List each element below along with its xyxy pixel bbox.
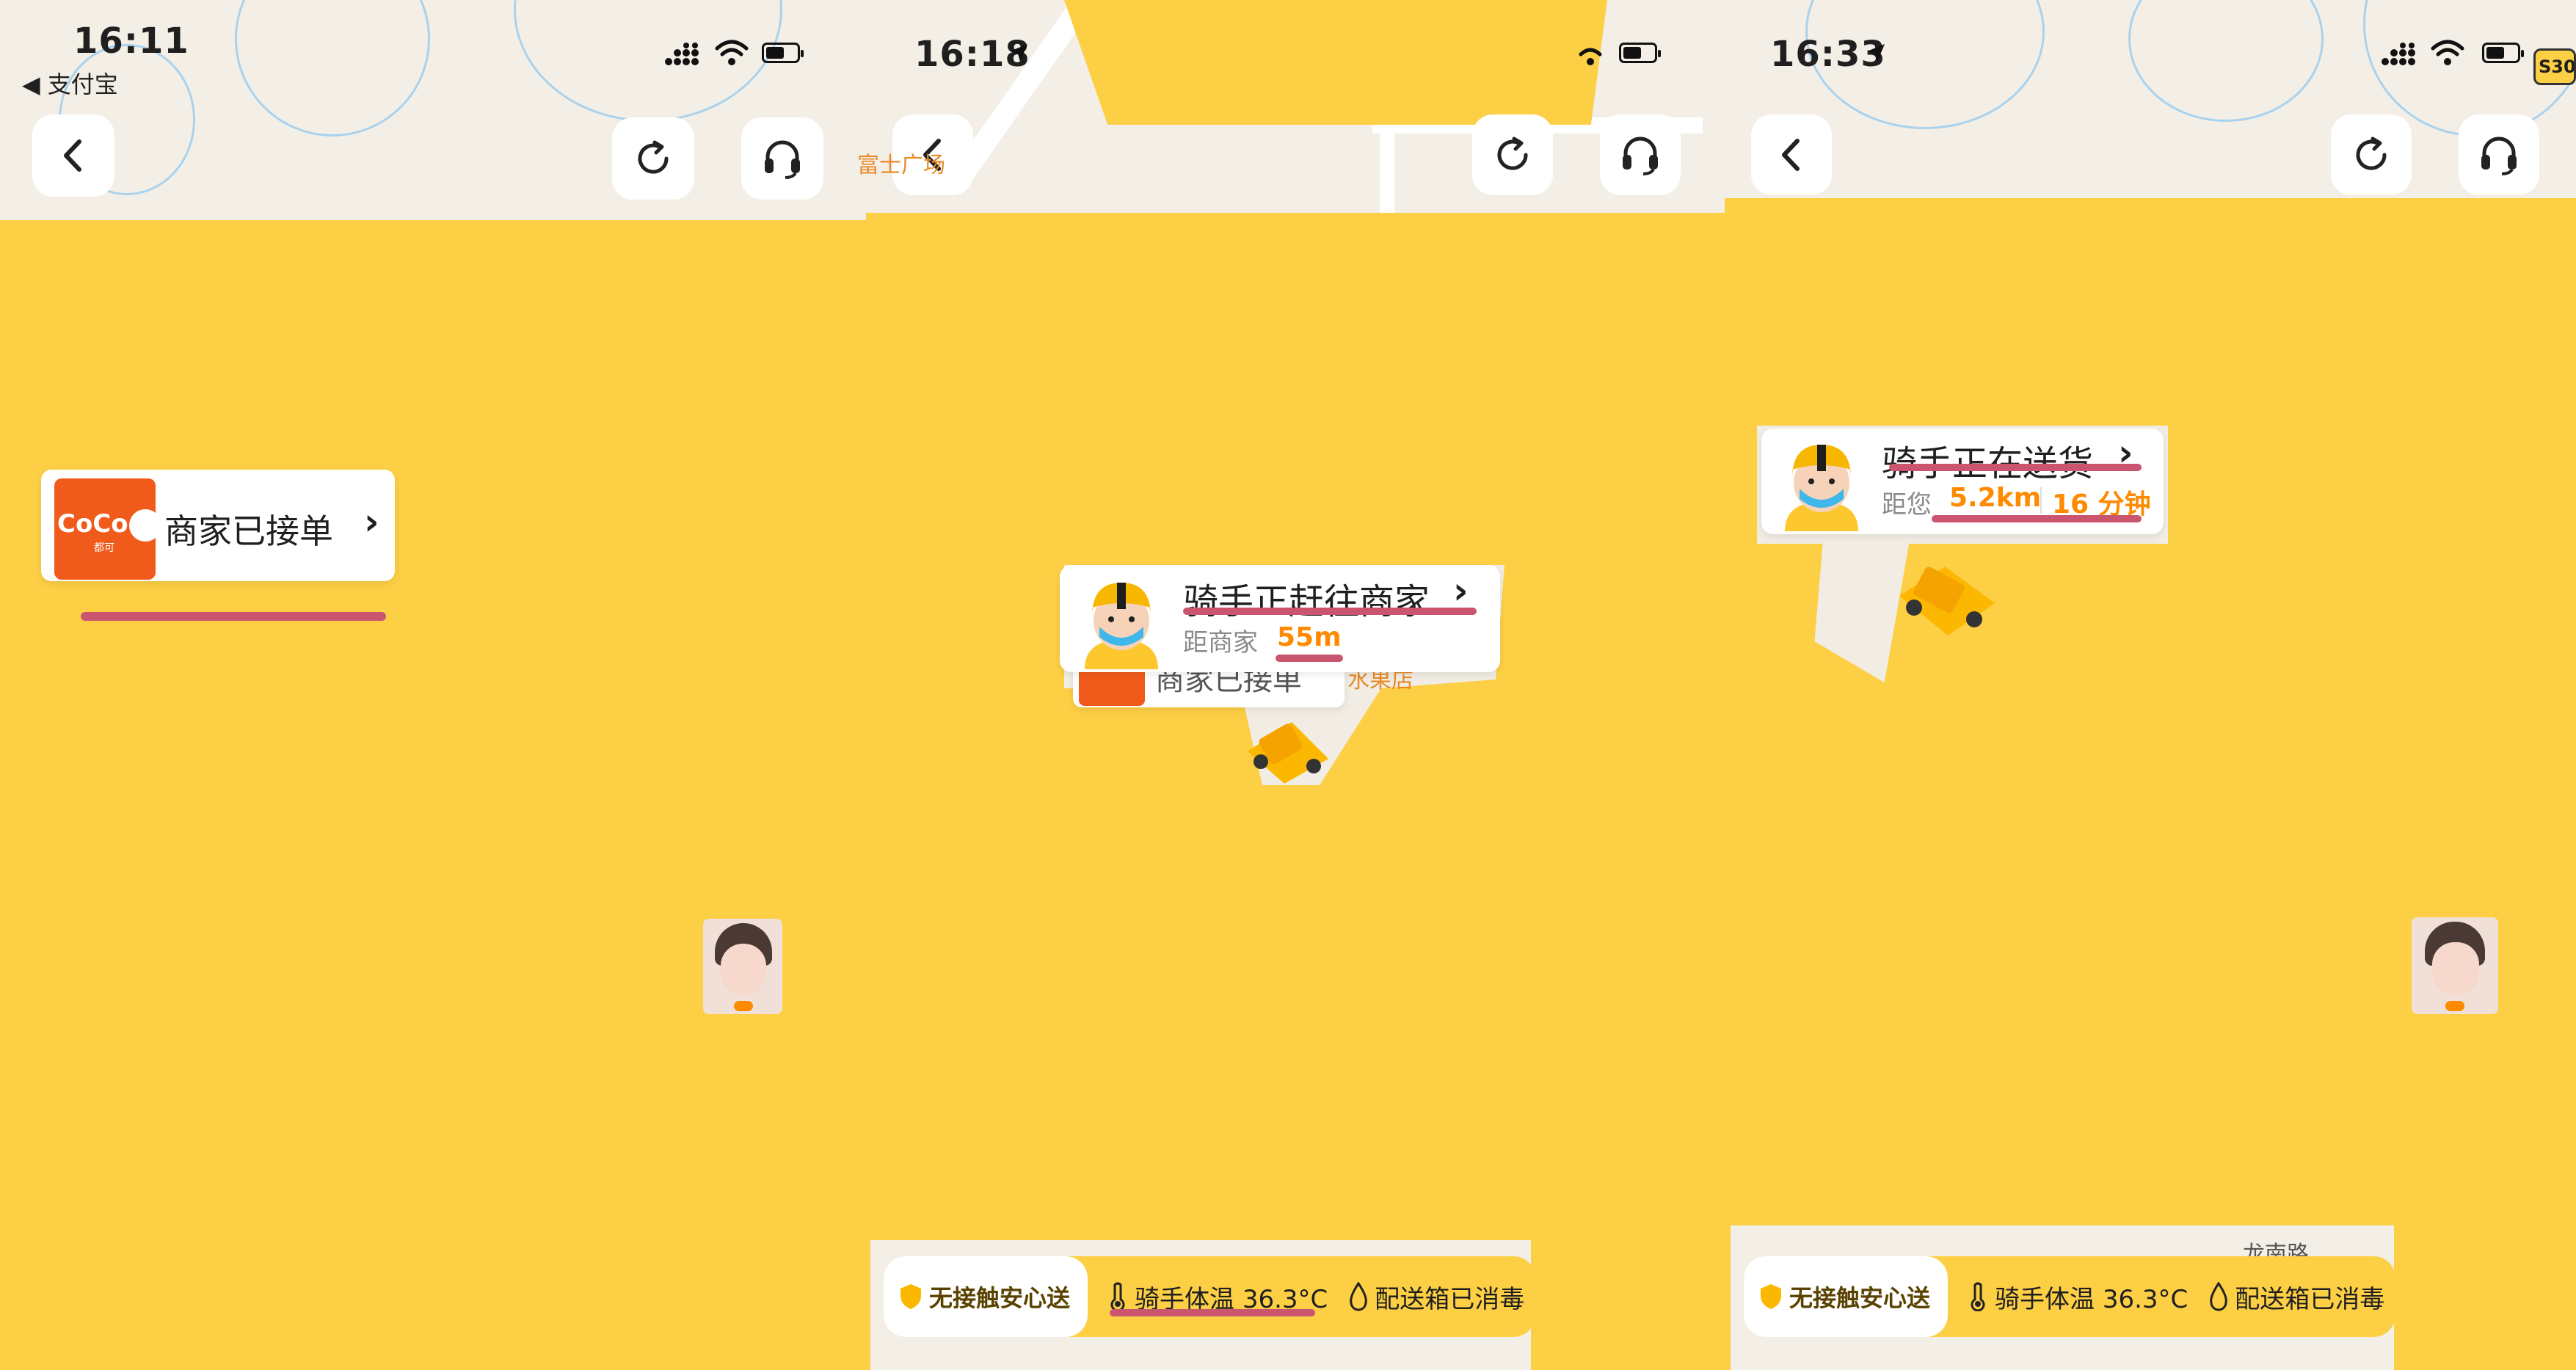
refresh-icon xyxy=(1497,136,1528,170)
highlight-underline xyxy=(1183,608,1477,615)
customer-service-button[interactable] xyxy=(741,117,823,200)
disinfect-drop-icon xyxy=(1350,1282,1368,1311)
rider-avatar-icon xyxy=(1085,583,1158,669)
chevron-right-icon: › xyxy=(364,500,379,543)
wifi-icon xyxy=(2431,40,2464,65)
order-status-card[interactable]: CoCo 都可 商家已接单 › xyxy=(41,470,395,581)
rider-status-title: 骑手正赶往商家 xyxy=(1183,581,1430,622)
order-status-label: 商家已接单 xyxy=(164,511,333,551)
highlight-underline xyxy=(1276,655,1343,662)
divider xyxy=(2040,487,2042,514)
contactless-badge: 无接触安心送 xyxy=(884,1256,1088,1337)
distance-value: 5.2km xyxy=(1949,483,2042,513)
yellow-background xyxy=(0,213,2576,1370)
rider-temperature: 骑手体温 36.3°C xyxy=(1968,1279,2188,1315)
location-arrow-icon xyxy=(1867,44,1885,62)
shield-icon xyxy=(900,1284,921,1309)
customer-service-button[interactable] xyxy=(2459,114,2539,195)
safety-delivery-bar[interactable]: 无接触安心送 骑手体温 36.3°C 配送箱已消毒 xyxy=(884,1256,1535,1337)
highlight-underline xyxy=(1110,1309,1315,1316)
refresh-button[interactable] xyxy=(2331,114,2412,195)
merchant-logo: CoCo 都可 xyxy=(54,478,161,580)
battery-icon xyxy=(1619,43,1661,63)
rider-scooter-icon xyxy=(1248,722,1328,784)
thermometer-icon xyxy=(1110,1282,1125,1311)
highlight-underline xyxy=(1932,515,2142,522)
shield-icon xyxy=(1761,1284,1781,1309)
map-yellow-block xyxy=(1064,0,1607,125)
chevron-right-icon: › xyxy=(1453,569,1469,612)
refresh-icon xyxy=(2356,136,2387,170)
battery-icon xyxy=(762,43,804,63)
refresh-button[interactable] xyxy=(612,117,694,200)
customer-service-button[interactable] xyxy=(1600,114,1681,195)
map-place-label: 富士广场 xyxy=(857,153,945,178)
refresh-button[interactable] xyxy=(1472,114,1553,195)
location-arrow-icon xyxy=(1010,44,1027,62)
status-time: 16:11 xyxy=(73,21,189,62)
headset-icon xyxy=(2481,136,2517,175)
merchant-logo-mascot-icon xyxy=(129,509,161,542)
distance-value: 55m xyxy=(1277,622,1342,652)
distance-label: 距您 xyxy=(1882,490,1932,520)
rider-status-title: 骑手正在送货 xyxy=(1882,434,2093,486)
chevron-left-icon xyxy=(1782,139,1800,171)
highlight-underline xyxy=(1889,464,2142,471)
signal-icon xyxy=(665,43,699,65)
headset-icon xyxy=(1623,136,1658,175)
headset-icon xyxy=(765,140,800,179)
refresh-icon xyxy=(638,140,669,174)
back-button[interactable] xyxy=(1751,114,1832,195)
route-badge: S30 xyxy=(2533,48,2576,85)
disinfect-drop-icon xyxy=(2210,1282,2228,1311)
contactless-badge: 无接触安心送 xyxy=(1744,1256,1949,1337)
box-disinfected: 配送箱已消毒 xyxy=(2208,1279,2384,1315)
distance-label: 距商家 xyxy=(1183,628,1258,657)
user-avatar[interactable] xyxy=(703,919,782,1014)
rider-avatar-icon xyxy=(1785,445,1858,531)
chevron-left-icon xyxy=(64,139,81,172)
battery-icon xyxy=(2482,43,2524,63)
signal-icon xyxy=(2382,43,2415,65)
wifi-icon xyxy=(715,40,749,65)
highlight-underline xyxy=(81,612,386,621)
back-to-app-link[interactable]: ◀ 支付宝 xyxy=(22,66,118,100)
safety-delivery-bar[interactable]: 无接触安心送 骑手体温 36.3°C 配送箱已消毒 xyxy=(1744,1256,2395,1337)
map-top-right xyxy=(1717,0,2576,198)
box-disinfected: 配送箱已消毒 xyxy=(1348,1279,1524,1315)
user-avatar[interactable] xyxy=(2412,917,2498,1014)
rider-scooter-icon xyxy=(1899,566,1995,635)
wifi-icon xyxy=(1579,48,1602,65)
thermometer-icon xyxy=(1971,1282,1985,1311)
back-button[interactable] xyxy=(32,114,114,197)
